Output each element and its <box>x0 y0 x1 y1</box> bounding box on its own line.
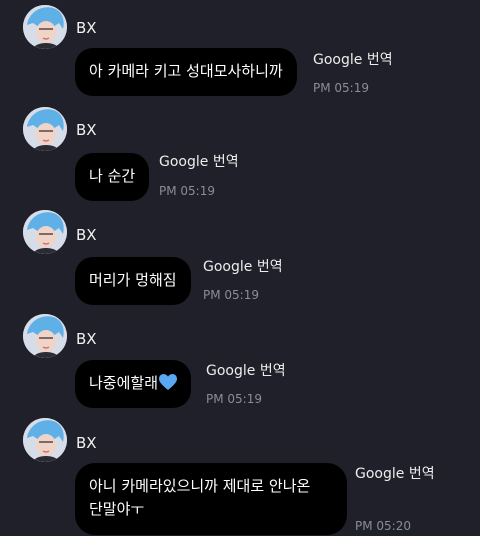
message-timestamp: PM 05:19 <box>203 288 259 302</box>
message-timestamp: PM 05:20 <box>355 519 411 533</box>
message-text-line: 아니 카메라있으니까 제대로 안나온 <box>89 477 311 495</box>
google-translate-link[interactable]: Google 번역 <box>313 52 393 69</box>
message-bubble[interactable]: 아 카메라 키고 성대모사하니까 <box>75 48 297 96</box>
avatar[interactable] <box>23 107 67 151</box>
message-bubble[interactable]: 나중에할래 <box>75 360 192 408</box>
sender-name: BX <box>76 121 97 139</box>
message-bubble[interactable]: 나 순간 <box>75 153 150 201</box>
google-translate-link[interactable]: Google 번역 <box>355 466 435 483</box>
blue-heart-icon <box>159 374 178 390</box>
google-translate-link[interactable]: Google 번역 <box>206 363 286 380</box>
google-translate-link[interactable]: Google 번역 <box>159 154 239 171</box>
message-bubble[interactable]: 머리가 멍해짐 <box>75 257 191 305</box>
avatar[interactable] <box>23 5 67 49</box>
message-timestamp: PM 05:19 <box>313 81 369 95</box>
sender-name: BX <box>76 19 97 37</box>
sender-name: BX <box>76 226 97 244</box>
message-timestamp: PM 05:19 <box>159 184 215 198</box>
avatar[interactable] <box>23 314 67 358</box>
sender-name: BX <box>76 434 97 452</box>
message-timestamp: PM 05:19 <box>206 392 262 406</box>
avatar[interactable] <box>23 210 67 254</box>
message-text: 나 순간 <box>89 167 136 185</box>
avatar[interactable] <box>23 418 67 462</box>
message-text: 머리가 멍해짐 <box>89 271 177 289</box>
google-translate-link[interactable]: Google 번역 <box>203 259 283 276</box>
message-bubble[interactable]: 아니 카메라있으니까 제대로 안나온 단말야ㅜ <box>75 463 347 535</box>
sender-name: BX <box>76 330 97 348</box>
message-text: 나중에할래 <box>89 374 159 392</box>
message-text-line: 단말야ㅜ <box>89 500 145 518</box>
chat-log: BX 아 카메라 키고 성대모사하니까 Google 번역 PM 05:19 B… <box>0 0 480 536</box>
message-text: 아 카메라 키고 성대모사하니까 <box>89 62 283 80</box>
